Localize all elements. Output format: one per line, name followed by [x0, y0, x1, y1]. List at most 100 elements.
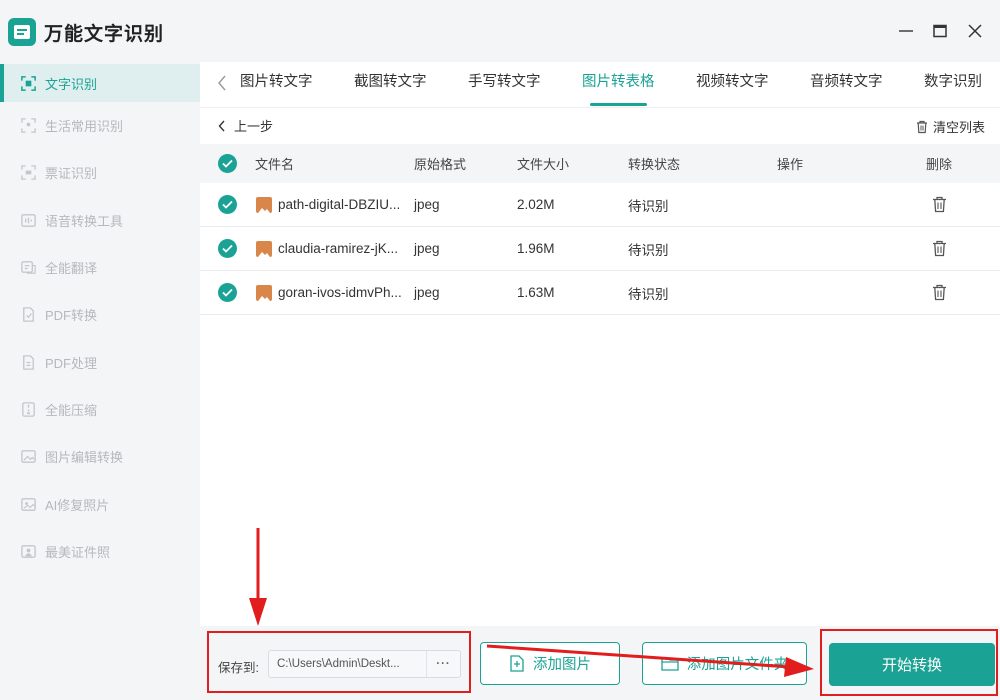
- column-header-delete: 删除: [926, 157, 953, 172]
- file-size: 1.63M: [517, 285, 555, 300]
- file-name: goran-ivos-idmvPh...: [278, 285, 402, 300]
- back-button[interactable]: 上一步: [218, 116, 273, 135]
- file-status: 待识别: [628, 198, 669, 214]
- tabs-scroll-left-button[interactable]: [212, 72, 232, 94]
- row-checkbox[interactable]: [218, 283, 237, 302]
- annotation-arrow-down: [249, 528, 267, 626]
- row-checkbox[interactable]: [218, 239, 237, 258]
- file-status: 待识别: [628, 242, 669, 258]
- sidebar-item-label: 生活常用识别: [45, 119, 124, 135]
- file-format: jpeg: [414, 241, 440, 256]
- sidebar-item-label: 全能翻译: [45, 261, 98, 277]
- file-format: jpeg: [414, 197, 440, 212]
- save-to-label: 保存到:: [218, 661, 259, 675]
- select-all-checkbox[interactable]: [218, 154, 237, 173]
- id-photo-icon: [21, 544, 36, 558]
- sidebar-item-label: AI修复照片: [45, 497, 110, 513]
- sidebar-item-pdf-convert[interactable]: PDF转换: [0, 291, 200, 338]
- sidebar-item-label: 语音转换工具: [45, 213, 124, 229]
- table-row: goran-ivos-idmvPh... jpeg 1.63M 待识别: [200, 271, 1000, 315]
- sidebar-item-life-recognition[interactable]: 生活常用识别: [0, 102, 200, 149]
- sidebar-item-id-photo[interactable]: 最美证件照: [0, 528, 200, 575]
- delete-row-button[interactable]: [932, 183, 947, 226]
- table-header: 文件名 原始格式 文件大小 转换状态 操作 删除: [200, 144, 1000, 183]
- file-format: jpeg: [414, 285, 440, 300]
- sidebar-item-label: 票证识别: [45, 166, 98, 182]
- close-icon: [968, 24, 982, 38]
- trash-icon: [933, 284, 946, 301]
- app-title: 万能文字识别: [44, 23, 165, 45]
- sidebar-item-pdf-process[interactable]: PDF处理: [0, 338, 200, 385]
- add-image-button[interactable]: 添加图片: [480, 642, 620, 685]
- maximize-button[interactable]: [928, 19, 952, 43]
- file-name: claudia-ramirez-jK...: [278, 241, 399, 256]
- trash-icon: [933, 196, 946, 213]
- delete-row-button[interactable]: [932, 271, 947, 314]
- pdf-process-icon: [23, 354, 34, 370]
- file-size: 1.96M: [517, 241, 555, 256]
- tab-number-recognition[interactable]: 数字识别: [924, 62, 982, 108]
- column-header-format: 原始格式: [414, 157, 467, 172]
- tab-video-to-text[interactable]: 视频转文字: [696, 62, 769, 108]
- app-logo: 万能文字识别: [8, 16, 164, 48]
- image-file-icon: [256, 196, 272, 213]
- sidebar-item-translate[interactable]: 全能翻译: [0, 244, 200, 291]
- add-image-label: 添加图片: [533, 657, 591, 673]
- trash-icon: [916, 120, 927, 133]
- sidebar-item-compress[interactable]: 全能压缩: [0, 386, 200, 433]
- column-header-action: 操作: [777, 157, 804, 172]
- maximize-icon: [933, 24, 947, 38]
- clear-list-button[interactable]: 清空列表: [915, 117, 985, 136]
- chevron-left-icon: [218, 75, 226, 91]
- check-icon: [222, 200, 233, 209]
- folder-icon: [661, 657, 679, 671]
- sidebar-item-label: 全能压缩: [45, 402, 98, 418]
- tab-screenshot-to-text[interactable]: 截图转文字: [354, 62, 427, 108]
- table-row: claudia-ramirez-jK... jpeg 1.96M 待识别: [200, 227, 1000, 271]
- sidebar-item-label: PDF转换: [45, 308, 98, 324]
- clear-list-label: 清空列表: [932, 120, 985, 135]
- text-scan-icon: [21, 75, 36, 91]
- tab-handwriting-to-text[interactable]: 手写转文字: [468, 62, 541, 108]
- title-bar: [200, 0, 1000, 62]
- ai-photo-icon: [21, 497, 36, 511]
- sidebar-item-text-recognition[interactable]: 文字识别: [0, 64, 200, 102]
- column-header-size: 文件大小: [517, 157, 570, 172]
- sidebar-item-image-edit[interactable]: 图片编辑转换: [0, 433, 200, 480]
- file-name: path-digital-DBZIU...: [278, 197, 401, 212]
- pdf-icon: [23, 307, 34, 323]
- column-header-filename: 文件名: [255, 157, 295, 172]
- image-file-icon: [256, 284, 272, 301]
- add-folder-button[interactable]: 添加图片文件夹: [642, 642, 807, 685]
- browse-path-button[interactable]: ···: [426, 651, 460, 677]
- sidebar-item-ai-photo[interactable]: AI修复照片: [0, 480, 200, 527]
- close-button[interactable]: [963, 19, 987, 43]
- scan-icon: [21, 118, 36, 133]
- delete-row-button[interactable]: [932, 227, 947, 270]
- start-convert-button[interactable]: 开始转换: [829, 643, 995, 686]
- check-icon: [222, 244, 233, 253]
- column-header-status: 转换状态: [628, 157, 681, 172]
- tab-image-to-text[interactable]: 图片转文字: [240, 62, 313, 108]
- tab-image-to-table[interactable]: 图片转表格: [582, 62, 655, 108]
- row-checkbox[interactable]: [218, 195, 237, 214]
- start-convert-label: 开始转换: [881, 657, 942, 674]
- sidebar-item-voice-tools[interactable]: 语音转换工具: [0, 197, 200, 244]
- back-label: 上一步: [234, 119, 274, 134]
- sidebar: 万能文字识别 文字识别 生活常用识别 票证识别 语音转换工具 全能翻译 PDF转…: [0, 0, 200, 700]
- sidebar-item-label: 最美证件照: [45, 544, 111, 560]
- chevron-left-icon: [218, 120, 225, 131]
- save-path-value: C:\Users\Admin\Deskt...: [277, 658, 400, 670]
- sidebar-item-ticket-recognition[interactable]: 票证识别: [0, 149, 200, 196]
- save-path-field[interactable]: C:\Users\Admin\Deskt... ···: [268, 650, 461, 678]
- translate-icon: [21, 261, 36, 274]
- image-file-icon: [256, 240, 272, 257]
- app-logo-icon: [8, 18, 36, 46]
- compress-icon: [22, 402, 35, 417]
- check-icon: [222, 159, 233, 168]
- table-row: path-digital-DBZIU... jpeg 2.02M 待识别: [200, 183, 1000, 227]
- minimize-button[interactable]: [894, 19, 918, 43]
- trash-icon: [933, 240, 946, 257]
- tab-audio-to-text[interactable]: 音频转文字: [810, 62, 883, 108]
- check-icon: [222, 288, 233, 297]
